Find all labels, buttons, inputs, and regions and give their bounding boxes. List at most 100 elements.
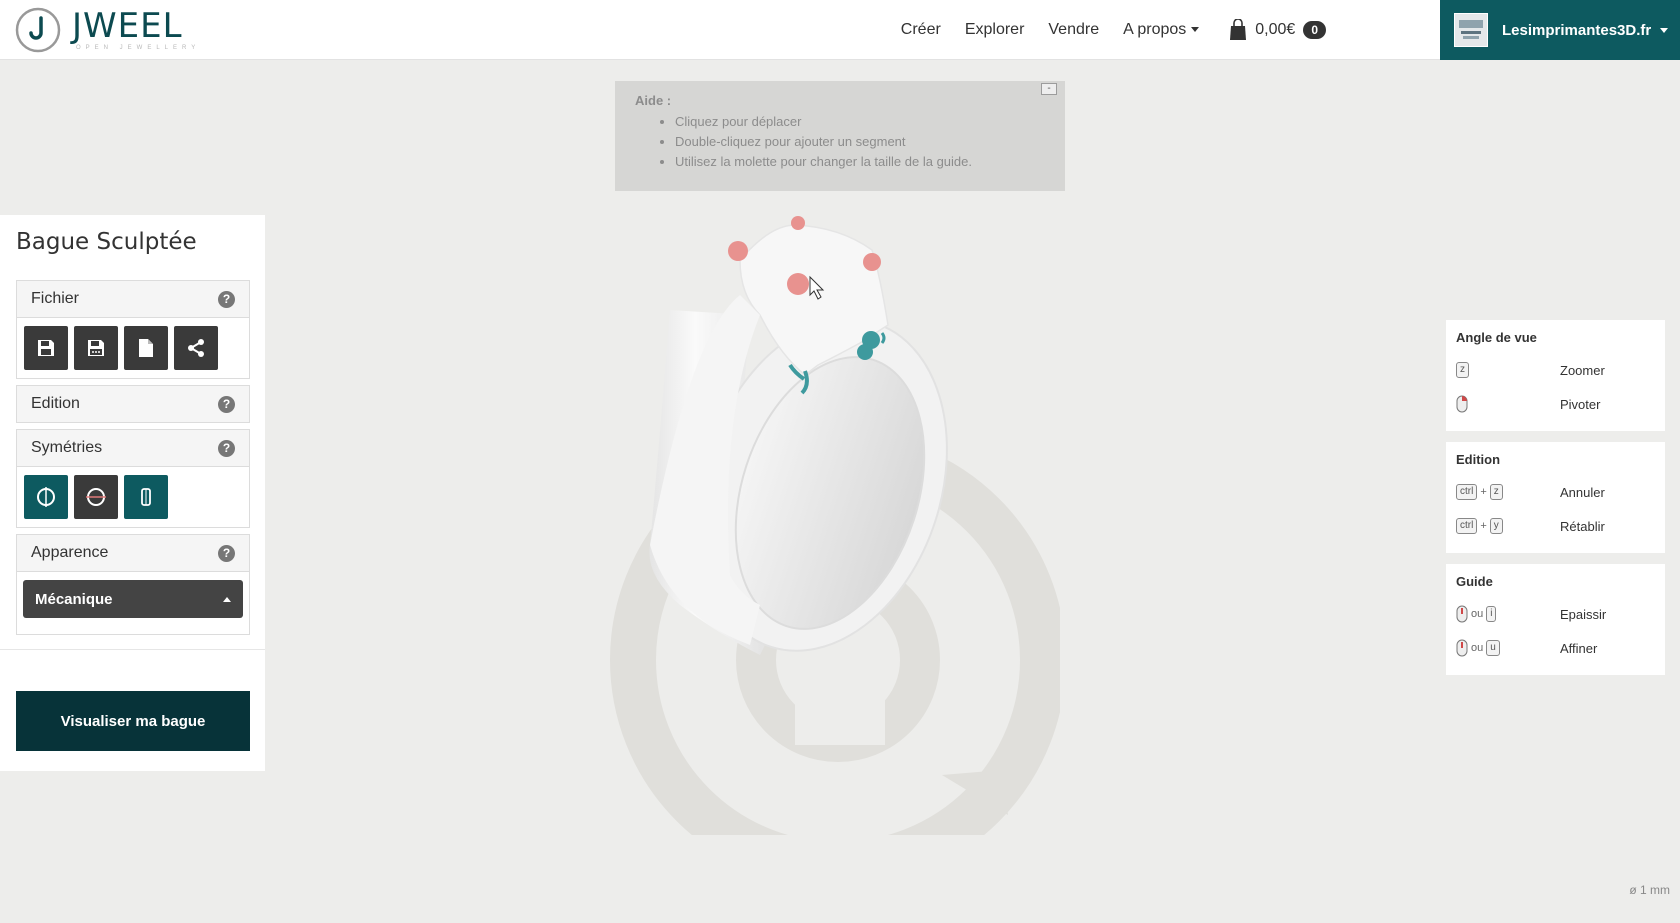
symmetry-radial-button[interactable] [124,475,168,519]
mouse-wheel-icon [1456,639,1468,657]
save-as-button[interactable] [74,326,118,370]
logo[interactable]: JWEEL OPEN JEWELLERY [14,6,200,54]
help-icon[interactable]: ? [218,395,235,413]
section-fichier: Fichier ? [16,280,250,379]
editor-panel: Bague Sculptée Fichier ? Edition ? Symét… [0,215,265,771]
key-plus: + [1480,486,1487,498]
section-apparence: Apparence ? Mécanique [16,534,250,635]
shortcut-rotate: Pivoter [1456,387,1655,421]
section-fichier-header[interactable]: Fichier ? [17,281,249,317]
symmetry-radial-icon [141,488,151,506]
mouse-left-click-icon [1456,395,1468,413]
guide-point[interactable] [857,344,873,360]
cart-count-badge: 0 [1303,21,1326,39]
shortcut-label: Annuler [1560,484,1605,500]
nav-creer[interactable]: Créer [901,21,941,39]
section-label: Apparence [31,544,109,561]
symetries-toolbar [17,466,249,527]
share-icon [188,339,204,357]
shortcut-label: Epaissir [1560,606,1607,622]
symmetry-vertical-button[interactable] [24,475,68,519]
nav-vendre[interactable]: Vendre [1048,21,1099,39]
symmetry-vertical-icon [37,487,55,507]
share-button[interactable] [174,326,218,370]
help-item: Cliquez pour déplacer [675,112,1045,132]
shortcut-thin: ou u Affiner [1456,631,1655,665]
shortcut-thicken: ou i Epaissir [1456,597,1655,631]
scale-indicator: ø 1 mm [1629,883,1670,897]
panel-title: Bague Sculptée [16,229,197,255]
shortcuts-guide: Guide ou i Epaissir ou u Affiner [1446,564,1665,675]
section-edition-header[interactable]: Edition ? [17,386,249,422]
shortcuts-edition: Edition ctrl + z Annuler ctrl + y Rétabl… [1446,442,1665,553]
section-apparence-header[interactable]: Apparence ? [17,535,249,571]
logo-icon [15,7,61,53]
shortcuts-edition-title: Edition [1456,452,1501,467]
help-box: - Aide : Cliquez pour déplacer Double-cl… [615,81,1065,191]
symmetry-horizontal-icon [86,488,106,506]
shortcut-undo: ctrl + z Annuler [1456,475,1655,509]
section-label: Edition [31,395,80,412]
help-icon[interactable]: ? [218,544,235,562]
chevron-down-icon [1191,27,1200,33]
help-icon[interactable]: ? [218,439,235,457]
nav-a-propos-label: A propos [1123,21,1187,38]
shortcut-label: Affiner [1560,640,1598,656]
control-point[interactable] [787,273,809,295]
help-collapse-button[interactable]: - [1041,83,1057,95]
shortcut-label: Zoomer [1560,362,1605,378]
shortcuts-guide-title: Guide [1456,574,1493,589]
section-label: Fichier [31,290,80,307]
control-point[interactable] [728,241,748,261]
main-nav: Créer Explorer Vendre A propos 0,00€ 0 [877,0,1326,60]
fichier-toolbar [17,317,249,378]
key-i: i [1486,606,1497,622]
key-plus: + [1480,520,1487,532]
ring-3d-viewport[interactable] [590,215,1060,835]
help-item: Utilisez la molette pour changer la tail… [675,152,1045,172]
panel-divider [0,649,265,650]
key-z: z [1489,484,1503,500]
cart[interactable]: 0,00€ 0 [1229,19,1326,41]
chevron-down-icon [1660,28,1668,33]
chevron-up-icon [223,596,231,602]
preview-ring-button[interactable]: Visualiser ma bague [16,691,250,751]
or-text: ou [1471,608,1484,620]
shopping-bag-icon [1230,19,1247,40]
user-menu[interactable]: Lesimprimantes3D.fr [1440,0,1680,60]
top-navbar: JWEEL OPEN JEWELLERY Créer Explorer Vend… [0,0,1680,60]
shortcut-redo: ctrl + y Rétablir [1456,509,1655,543]
key-u: u [1486,640,1500,656]
cart-total: 0,00€ [1255,21,1296,38]
key-ctrl: ctrl [1456,518,1478,534]
section-symetries-header[interactable]: Symétries ? [17,430,249,466]
avatar-image-icon [1455,14,1487,46]
shortcuts-view-title: Angle de vue [1456,330,1537,345]
shortcut-label: Rétablir [1560,518,1605,534]
user-name: Lesimprimantes3D.fr [1502,21,1652,39]
key-z: z [1456,362,1469,378]
help-list: Cliquez pour déplacer Double-cliquez pou… [635,112,1045,172]
control-point[interactable] [863,253,881,271]
section-edition: Edition ? [16,385,250,423]
logo-wordmark: JWEEL [72,6,183,46]
or-text: ou [1471,642,1484,654]
floppy-disk-icon [38,340,54,356]
shortcuts-view: Angle de vue z Zoomer Pivoter [1446,320,1665,431]
new-file-button[interactable] [124,326,168,370]
control-point[interactable] [791,216,805,230]
section-symetries: Symétries ? [16,429,250,528]
save-button[interactable] [24,326,68,370]
apparence-body: Mécanique [17,571,249,634]
symmetry-horizontal-button[interactable] [74,475,118,519]
nav-a-propos[interactable]: A propos [1123,21,1200,39]
help-title: Aide : [635,93,672,108]
floppy-disk-dots-icon [88,340,104,356]
key-y: y [1489,518,1503,534]
key-ctrl: ctrl [1456,484,1478,500]
nav-explorer[interactable]: Explorer [965,21,1025,39]
appearance-select[interactable]: Mécanique [23,580,243,618]
mouse-wheel-icon [1456,605,1468,623]
shortcut-zoom: z Zoomer [1456,353,1655,387]
help-icon[interactable]: ? [218,290,235,308]
